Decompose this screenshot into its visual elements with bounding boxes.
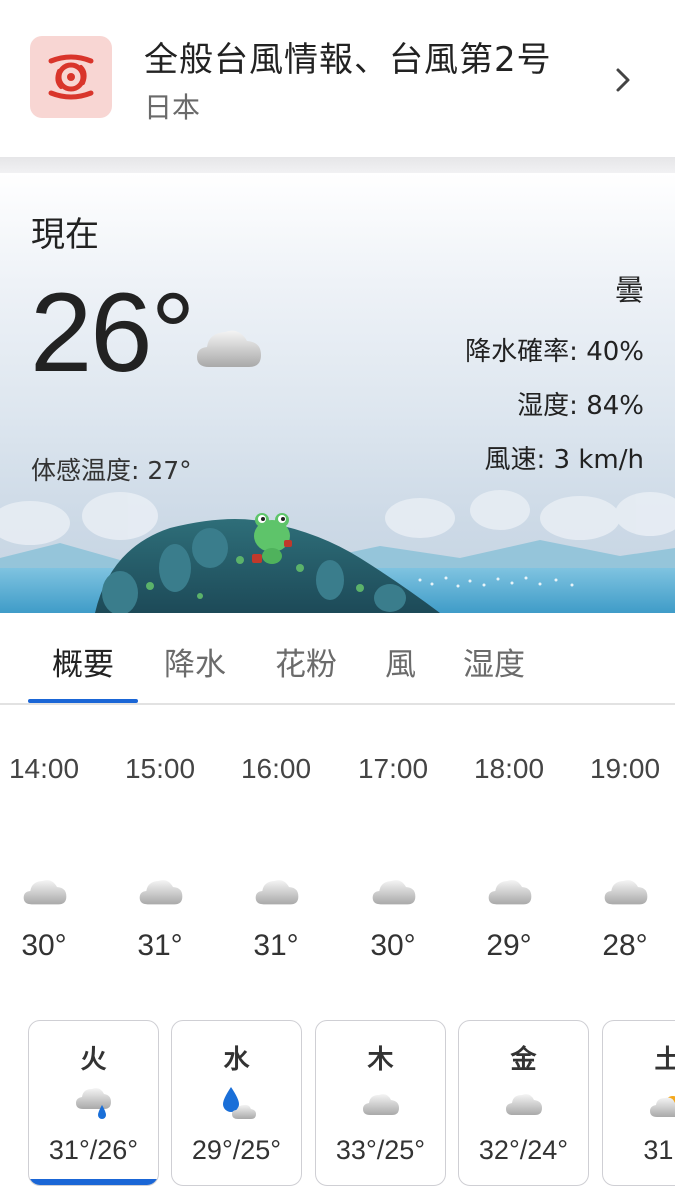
sun-cloud-icon — [650, 1096, 675, 1117]
hour-temp: 28° — [602, 929, 648, 962]
day-card-friday[interactable]: 金 32°/24° — [458, 1020, 589, 1186]
chevron-right-icon[interactable] — [606, 60, 640, 100]
day-temps: 33°/25° — [335, 1135, 426, 1165]
precip-probability: 降水確率: 40% — [465, 337, 644, 367]
weather-scene-illustration — [0, 490, 675, 613]
condition-text: 曇 — [614, 273, 644, 307]
hour-temp: 30° — [21, 929, 67, 962]
cloud-icon — [506, 1094, 542, 1115]
active-tab-indicator — [28, 699, 138, 703]
tab-pollen[interactable]: 花粉 — [275, 639, 337, 684]
day-temps: 32°/24° — [478, 1135, 569, 1165]
selected-day-indicator — [29, 1179, 158, 1185]
current-label: 現在 — [31, 215, 99, 255]
cloud-icon — [23, 880, 67, 905]
hour-time: 14:00 — [8, 753, 80, 784]
typhoon-icon — [48, 54, 94, 100]
hour-temp: 29° — [486, 929, 532, 962]
tab-precipitation[interactable]: 降水 — [164, 639, 226, 684]
forecast-tabs: 概要 降水 花粉 風 湿度 — [0, 613, 675, 705]
section-divider — [0, 157, 675, 173]
hourly-forecast: 14:00 30° 15:00 31° 16:00 31° 17:00 30° … — [0, 707, 675, 1007]
tab-humidity[interactable]: 湿度 — [463, 639, 525, 684]
hour-time: 15:00 — [124, 753, 196, 784]
day-card-wednesday[interactable]: 水 29°/25° — [171, 1020, 302, 1186]
cloud-icon — [255, 880, 299, 905]
alert-title: 全般台風情報、台風第2号 — [144, 40, 552, 80]
day-temps: 31°/ — [643, 1135, 675, 1165]
wind-speed: 風速: 3 km/h — [484, 445, 644, 475]
hour-time: 18:00 — [473, 753, 545, 784]
tab-wind[interactable]: 風 — [385, 639, 416, 684]
cloud-rain-small-icon — [76, 1088, 111, 1119]
hourly-item[interactable]: 14:00 30° — [0, 707, 94, 987]
current-temperature: 26° — [30, 270, 195, 395]
tab-overview[interactable]: 概要 — [52, 639, 114, 684]
feels-like: 体感温度: 27° — [31, 456, 192, 485]
day-card-thursday[interactable]: 木 33°/25° — [315, 1020, 446, 1186]
typhoon-alert-banner[interactable]: 全般台風情報、台風第2号 日本 — [0, 0, 675, 157]
hourly-item[interactable]: 19:00 28° — [575, 707, 675, 987]
day-temps: 29°/25° — [191, 1135, 282, 1165]
day-name: 火 — [80, 1045, 107, 1075]
hour-temp: 31° — [137, 929, 183, 962]
day-name: 金 — [510, 1045, 537, 1075]
cloud-icon — [604, 880, 648, 905]
hour-temp: 30° — [370, 929, 416, 962]
day-name: 土 — [603, 1039, 675, 1076]
day-name: 水 — [223, 1045, 250, 1075]
hourly-item[interactable]: 15:00 31° — [110, 707, 210, 987]
hour-temp: 31° — [253, 929, 299, 962]
hour-time: 19:00 — [589, 753, 661, 784]
humidity: 湿度: 84% — [517, 391, 644, 421]
current-weather-card: 現在 26° 体感温度: 27° 曇 降水確率: 40% 湿度: 84% 風速:… — [0, 173, 675, 613]
hourly-item[interactable]: 16:00 31° — [226, 707, 326, 987]
hour-time: 16:00 — [240, 753, 312, 784]
day-card-saturday[interactable]: 土 31°/ — [602, 1020, 675, 1186]
day-temps: 31°/26° — [48, 1135, 139, 1165]
cloud-icon — [363, 1094, 399, 1115]
alert-region: 日本 — [144, 91, 201, 124]
rain-drop-cloud-icon — [223, 1087, 256, 1119]
cloud-icon — [488, 880, 532, 905]
hourly-item[interactable]: 17:00 30° — [343, 707, 443, 987]
cloud-icon — [372, 880, 416, 905]
daily-forecast: 火 31°/26° 水 29°/25° 木 33°/25° 金 32°/24° … — [0, 1020, 675, 1200]
alert-icon-box — [30, 36, 112, 118]
cloud-icon — [139, 880, 183, 905]
hour-time: 17:00 — [357, 753, 429, 784]
day-name: 木 — [367, 1045, 394, 1075]
cloud-icon — [197, 330, 261, 367]
day-card-tuesday[interactable]: 火 31°/26° — [28, 1020, 159, 1186]
hourly-item[interactable]: 18:00 29° — [459, 707, 559, 987]
